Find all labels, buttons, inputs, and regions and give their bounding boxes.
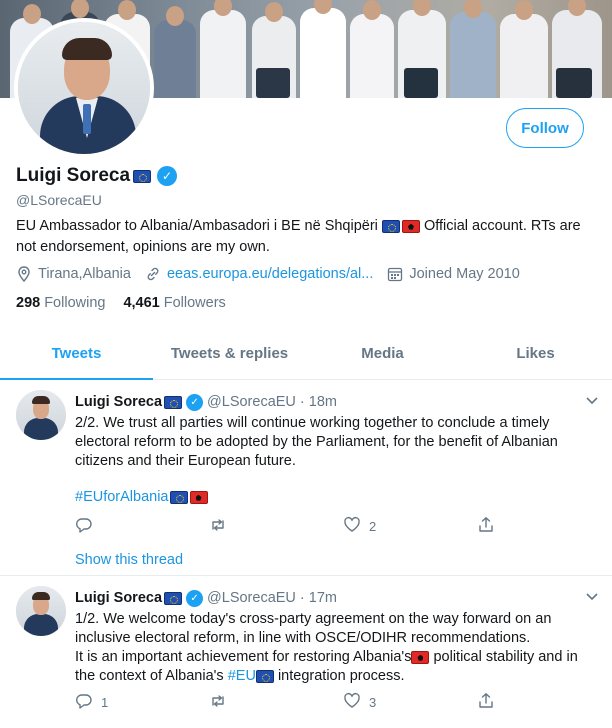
verified-badge-icon: ✓ (186, 393, 204, 411)
chevron-down-icon[interactable] (586, 590, 598, 604)
location-pin-icon (16, 266, 32, 282)
tweet-timestamp[interactable]: 17m (309, 590, 337, 606)
following-link[interactable]: 298 Following (16, 295, 105, 311)
retweet-icon (209, 692, 227, 713)
tweet-separator: · (299, 394, 305, 410)
tweet-avatar[interactable] (16, 586, 66, 636)
reply-count: 1 (101, 694, 109, 710)
tab-tweets[interactable]: Tweets (0, 328, 153, 380)
profile-avatar[interactable] (14, 18, 154, 158)
share-icon (477, 516, 495, 537)
reply-icon (75, 692, 93, 713)
follow-button[interactable]: Follow (506, 108, 584, 148)
tweet-text: 2/2. We trust all parties will continue … (75, 414, 597, 471)
profile-display-name: Luigi Soreca (16, 165, 131, 186)
tab-tweets-and-replies[interactable]: Tweets & replies (153, 328, 306, 379)
tweet-separator: · (299, 590, 305, 606)
profile-name-row: Luigi Soreca ✓ (16, 164, 178, 188)
eu-flag-icon (381, 219, 400, 233)
tweet-actions: 2 (75, 516, 505, 536)
hashtag-link[interactable]: #EUforAlbania (75, 489, 169, 505)
retweet-button[interactable] (209, 516, 343, 537)
albania-flag-icon (411, 650, 430, 664)
bio-text-start: EU Ambassador to Albania/Ambasadori i BE… (16, 218, 382, 234)
albania-flag-icon (401, 219, 420, 233)
profile-website[interactable]: eeas.europa.eu/delegations/al... (145, 266, 373, 282)
tweet-body: 2/2. We trust all parties will continue … (75, 415, 558, 469)
profile-handle: @LSorecaEU (16, 192, 102, 208)
following-count: 298 (16, 295, 41, 311)
followers-link[interactable]: 4,461 Followers (123, 295, 225, 311)
tweet-body-line1: 1/2. We welcome today's cross-party agre… (75, 611, 552, 646)
joined-text: Joined May 2010 (409, 266, 520, 282)
followers-count: 4,461 (123, 295, 160, 311)
profile-bio: EU Ambassador to Albania/Ambasadori i BE… (16, 216, 592, 258)
heart-icon (343, 516, 361, 537)
tweet-header: Luigi Soreca ✓ @LSorecaEU · 17m (75, 588, 337, 608)
tweet-author-name[interactable]: Luigi Soreca (75, 590, 162, 606)
tweet-timestamp[interactable]: 18m (309, 394, 337, 410)
share-icon (477, 692, 495, 713)
eu-flag-icon (164, 395, 183, 409)
albania-flag-icon (189, 490, 208, 504)
verified-badge-icon: ✓ (186, 589, 204, 607)
eu-flag-icon (255, 669, 274, 683)
reply-button[interactable] (75, 516, 209, 537)
tweet[interactable]: Luigi Soreca ✓ @LSorecaEU · 18m 2/2. We … (0, 380, 612, 576)
like-count: 2 (369, 518, 377, 534)
reply-button[interactable]: 1 (75, 692, 209, 713)
show-this-thread-link[interactable]: Show this thread (75, 552, 183, 568)
tweet-body-segment: integration process. (273, 668, 405, 684)
tweet-hashtag-line: #EUforAlbania (75, 488, 597, 507)
profile-tabs: Tweets Tweets & replies Media Likes (0, 328, 612, 380)
website-link[interactable]: eeas.europa.eu/delegations/al... (167, 266, 373, 282)
heart-icon (343, 692, 361, 713)
eu-flag-icon (169, 490, 188, 504)
tweet-body-line2: It is an important achievement for resto… (75, 648, 597, 686)
tweet-author-name[interactable]: Luigi Soreca (75, 394, 162, 410)
share-button[interactable] (477, 516, 495, 537)
chevron-down-icon[interactable] (586, 394, 598, 408)
profile-meta: Tirana,Albania eeas.europa.eu/delegation… (16, 264, 534, 284)
share-button[interactable] (477, 692, 495, 713)
calendar-icon (387, 266, 403, 282)
profile-counts: 298 Following 4,461 Followers (16, 295, 244, 311)
eu-flag-icon (164, 591, 183, 605)
retweet-button[interactable] (209, 692, 343, 713)
reply-icon (75, 516, 93, 537)
like-button[interactable]: 2 (343, 516, 477, 537)
tab-likes[interactable]: Likes (459, 328, 612, 379)
link-icon (145, 266, 161, 282)
followers-label: Followers (163, 295, 226, 311)
retweet-icon (209, 516, 227, 537)
verified-badge-icon: ✓ (157, 166, 178, 186)
tweet-avatar[interactable] (16, 390, 66, 440)
tweet-author-handle[interactable]: @LSorecaEU (207, 394, 296, 410)
tweet[interactable]: Luigi Soreca ✓ @LSorecaEU · 17m 1/2. We … (0, 576, 612, 728)
location-text: Tirana,Albania (38, 266, 131, 282)
tweet-body-segment: It is an important achievement for resto… (75, 649, 412, 665)
tab-media[interactable]: Media (306, 328, 459, 379)
like-count: 3 (369, 694, 377, 710)
profile-joined: Joined May 2010 (387, 266, 520, 282)
tweet-actions: 1 3 (75, 692, 505, 712)
tweet-header: Luigi Soreca ✓ @LSorecaEU · 18m (75, 392, 337, 412)
like-button[interactable]: 3 (343, 692, 477, 713)
tweet-text: 1/2. We welcome today's cross-party agre… (75, 610, 597, 686)
following-label: Following (44, 295, 106, 311)
profile-location: Tirana,Albania (16, 266, 131, 282)
eu-flag-icon (133, 169, 152, 183)
hashtag-link[interactable]: #EU (228, 668, 256, 684)
tweet-author-handle[interactable]: @LSorecaEU (207, 590, 296, 606)
